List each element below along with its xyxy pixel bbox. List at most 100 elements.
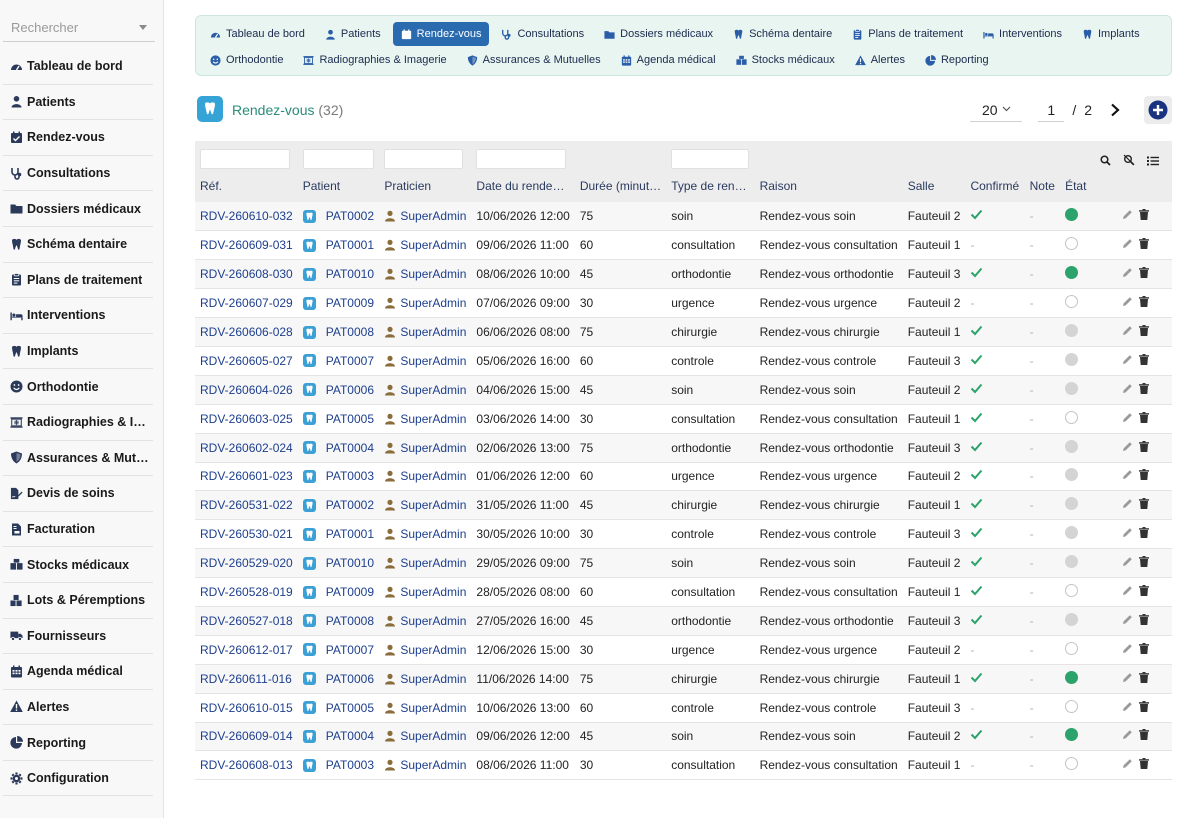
edit-pencil-icon[interactable] bbox=[1122, 527, 1133, 541]
edit-pencil-icon[interactable] bbox=[1122, 556, 1133, 570]
praticien-link[interactable]: SuperAdmin bbox=[384, 412, 466, 426]
ref-link[interactable]: RDV-260610-015 bbox=[200, 701, 293, 715]
sidebar-item-reporting[interactable]: Reporting bbox=[3, 725, 153, 761]
patient-link[interactable]: PAT0010 bbox=[302, 556, 375, 570]
sidebar-item-stocks-m-dicaux[interactable]: Stocks médicaux bbox=[3, 547, 153, 583]
delete-trash-icon[interactable] bbox=[1139, 440, 1149, 455]
clear-search-icon[interactable] bbox=[1123, 154, 1135, 169]
ref-link[interactable]: RDV-260609-031 bbox=[200, 238, 293, 252]
tab-tableau-de-bord[interactable]: Tableau de bord bbox=[202, 22, 313, 46]
tab-patients[interactable]: Patients bbox=[317, 22, 389, 46]
sidebar-item-interventions[interactable]: Interventions bbox=[3, 298, 153, 334]
column-header[interactable]: Note bbox=[1025, 169, 1060, 202]
ref-link[interactable]: RDV-260527-018 bbox=[200, 614, 293, 628]
ref-link[interactable]: RDV-260608-030 bbox=[200, 267, 293, 281]
sidebar-item-rendez-vous[interactable]: Rendez-vous bbox=[3, 120, 153, 156]
table-row[interactable]: RDV-260602-024 PAT0004 SuperAdmin 02/06/202… bbox=[195, 433, 1172, 463]
praticien-link[interactable]: SuperAdmin bbox=[384, 325, 466, 339]
ref-link[interactable]: RDV-260531-022 bbox=[200, 498, 293, 512]
praticien-link[interactable]: SuperAdmin bbox=[384, 643, 466, 657]
delete-trash-icon[interactable] bbox=[1139, 556, 1149, 570]
tab-consultations[interactable]: Consultations bbox=[493, 22, 592, 46]
patient-link[interactable]: PAT0003 bbox=[302, 469, 375, 483]
sidebar-item-consultations[interactable]: Consultations bbox=[3, 156, 153, 192]
ref-link[interactable]: RDV-260609-014 bbox=[200, 729, 293, 743]
patient-link[interactable]: PAT0001 bbox=[302, 527, 375, 541]
delete-trash-icon[interactable] bbox=[1139, 382, 1149, 397]
praticien-link[interactable]: SuperAdmin bbox=[384, 209, 466, 223]
ref-link[interactable]: RDV-260530-021 bbox=[200, 527, 293, 541]
edit-pencil-icon[interactable] bbox=[1122, 469, 1133, 483]
ref-link[interactable]: RDV-260612-017 bbox=[200, 643, 293, 657]
patient-link[interactable]: PAT0007 bbox=[302, 643, 375, 657]
patient-link[interactable]: PAT0007 bbox=[302, 354, 375, 368]
tab-stocks-m-dicaux[interactable]: Stocks médicaux bbox=[728, 48, 843, 72]
delete-trash-icon[interactable] bbox=[1139, 642, 1149, 657]
tab-agenda-m-dical[interactable]: Agenda médical bbox=[613, 48, 724, 72]
tab-orthodontie[interactable]: Orthodontie bbox=[202, 48, 291, 72]
tab-radiographies-imagerie[interactable]: Radiographies & Imagerie bbox=[295, 48, 454, 72]
delete-trash-icon[interactable] bbox=[1139, 469, 1149, 483]
praticien-link[interactable]: SuperAdmin bbox=[384, 729, 466, 743]
list-columns-icon[interactable] bbox=[1147, 155, 1159, 169]
delete-trash-icon[interactable] bbox=[1139, 729, 1149, 743]
edit-pencil-icon[interactable] bbox=[1122, 354, 1133, 368]
chevron-down-icon[interactable] bbox=[139, 25, 147, 30]
ref-link[interactable]: RDV-260610-032 bbox=[200, 209, 293, 223]
praticien-link[interactable]: SuperAdmin bbox=[384, 441, 466, 455]
table-row[interactable]: RDV-260609-014 PAT0004 SuperAdmin 09/06/202… bbox=[195, 722, 1172, 751]
delete-trash-icon[interactable] bbox=[1139, 411, 1149, 426]
edit-pencil-icon[interactable] bbox=[1122, 614, 1133, 628]
edit-pencil-icon[interactable] bbox=[1122, 296, 1133, 310]
tab-dossiers-m-dicaux[interactable]: Dossiers médicaux bbox=[596, 22, 721, 46]
table-row[interactable]: RDV-260606-028 PAT0008 SuperAdmin 06/06/202… bbox=[195, 317, 1172, 347]
edit-pencil-icon[interactable] bbox=[1122, 701, 1133, 715]
praticien-link[interactable]: SuperAdmin bbox=[384, 701, 466, 715]
filter-type-input[interactable] bbox=[671, 149, 750, 169]
praticien-link[interactable]: SuperAdmin bbox=[384, 527, 466, 541]
edit-pencil-icon[interactable] bbox=[1122, 412, 1133, 426]
table-row[interactable]: RDV-260605-027 PAT0007 SuperAdmin 05/06/202… bbox=[195, 346, 1172, 376]
tab-sch-ma-dentaire[interactable]: Schéma dentaire bbox=[725, 22, 840, 46]
praticien-link[interactable]: SuperAdmin bbox=[384, 354, 466, 368]
patient-link[interactable]: PAT0005 bbox=[302, 412, 375, 426]
column-header[interactable]: Praticien bbox=[379, 169, 471, 202]
patient-link[interactable]: PAT0006 bbox=[302, 672, 375, 686]
sidebar-item-configuration[interactable]: Configuration bbox=[3, 761, 153, 797]
patient-link[interactable]: PAT0002 bbox=[302, 209, 375, 223]
edit-pencil-icon[interactable] bbox=[1122, 643, 1133, 657]
praticien-link[interactable]: SuperAdmin bbox=[384, 614, 466, 628]
table-row[interactable]: RDV-260611-016 PAT0006 SuperAdmin 11/06/202… bbox=[195, 664, 1172, 694]
patient-link[interactable]: PAT0004 bbox=[302, 729, 375, 743]
praticien-link[interactable]: SuperAdmin bbox=[384, 383, 466, 397]
table-row[interactable]: RDV-260609-031 PAT0001 SuperAdmin 09/06/202… bbox=[195, 231, 1172, 260]
edit-pencil-icon[interactable] bbox=[1122, 672, 1133, 686]
page-input[interactable]: 1 bbox=[1038, 98, 1065, 122]
ref-link[interactable]: RDV-260603-025 bbox=[200, 412, 293, 426]
praticien-link[interactable]: SuperAdmin bbox=[384, 758, 466, 772]
delete-trash-icon[interactable] bbox=[1139, 296, 1149, 310]
sidebar-item-devis-de-soins[interactable]: Devis de soins bbox=[3, 476, 153, 512]
ref-link[interactable]: RDV-260601-023 bbox=[200, 469, 293, 483]
sidebar-item-assurances-mutuelles[interactable]: Assurances & Mutuelles bbox=[3, 441, 153, 477]
edit-pencil-icon[interactable] bbox=[1122, 267, 1133, 281]
next-page-button[interactable] bbox=[1110, 103, 1124, 117]
tab-alertes[interactable]: Alertes bbox=[847, 48, 913, 72]
edit-pencil-icon[interactable] bbox=[1122, 383, 1133, 397]
delete-trash-icon[interactable] bbox=[1139, 671, 1149, 686]
delete-trash-icon[interactable] bbox=[1139, 700, 1149, 715]
ref-link[interactable]: RDV-260606-028 bbox=[200, 325, 293, 339]
edit-pencil-icon[interactable] bbox=[1122, 498, 1133, 512]
patient-link[interactable]: PAT0008 bbox=[302, 325, 375, 339]
delete-trash-icon[interactable] bbox=[1139, 758, 1149, 772]
edit-pencil-icon[interactable] bbox=[1122, 729, 1133, 743]
filter-date-input[interactable] bbox=[476, 149, 567, 169]
praticien-link[interactable]: SuperAdmin bbox=[384, 469, 466, 483]
tab-reporting[interactable]: Reporting bbox=[917, 48, 997, 72]
delete-trash-icon[interactable] bbox=[1139, 498, 1149, 512]
tab-rendez-vous[interactable]: Rendez-vous bbox=[392, 22, 490, 46]
ref-link[interactable]: RDV-260529-020 bbox=[200, 556, 293, 570]
patient-link[interactable]: PAT0005 bbox=[302, 701, 375, 715]
delete-trash-icon[interactable] bbox=[1139, 209, 1149, 223]
table-row[interactable]: RDV-260531-022 PAT0002 SuperAdmin 31/05/202… bbox=[195, 490, 1172, 520]
